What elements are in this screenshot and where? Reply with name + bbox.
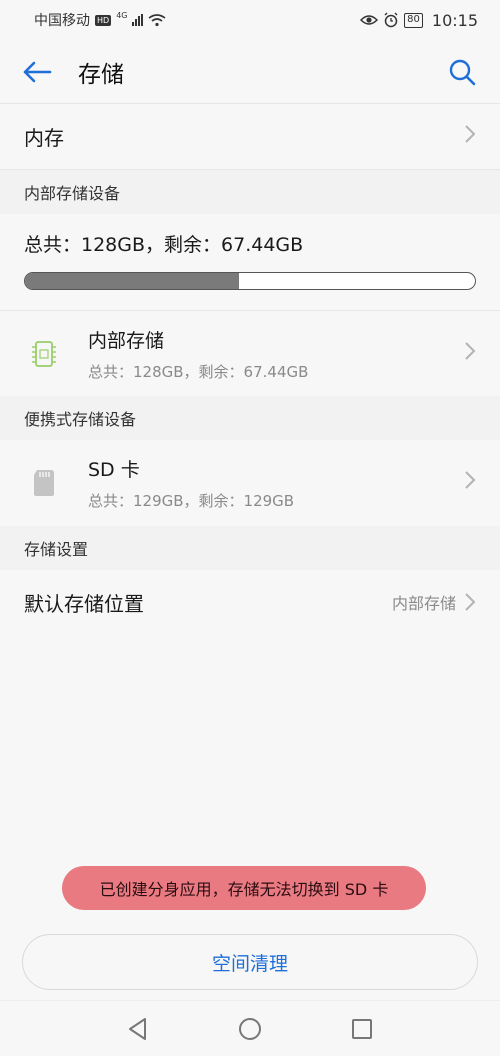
toast-message: 已创建分身应用，存储无法切换到 SD 卡 bbox=[62, 866, 426, 910]
nav-back-icon[interactable] bbox=[125, 1016, 151, 1042]
portable-storage-header: 便携式存储设备 bbox=[0, 396, 500, 440]
status-right: 80 10:15 bbox=[360, 11, 478, 30]
alarm-icon bbox=[384, 12, 398, 28]
storage-usage-bar-wrap bbox=[0, 272, 500, 310]
storage-settings-header: 存储设置 bbox=[0, 526, 500, 570]
sd-card-text: SD 卡 总共：129GB，剩余：129GB bbox=[88, 455, 464, 511]
nav-recents-icon[interactable] bbox=[349, 1016, 375, 1042]
battery-icon: 80 bbox=[404, 12, 423, 28]
internal-storage-name: 内部存储 bbox=[88, 329, 165, 352]
network-type: 4G bbox=[116, 10, 128, 20]
sd-card-name: SD 卡 bbox=[88, 459, 140, 481]
wifi-icon bbox=[149, 14, 166, 27]
hd-icon: HD bbox=[95, 14, 112, 26]
page-title: 存储 bbox=[78, 61, 124, 88]
status-bar: 中国移动 HD 4G 80 10:15 bbox=[0, 0, 500, 40]
memory-label: 内存 bbox=[24, 126, 64, 150]
sd-card-icon bbox=[24, 469, 64, 497]
clock: 10:15 bbox=[431, 10, 478, 30]
search-icon[interactable] bbox=[446, 56, 478, 88]
storage-usage-fill bbox=[25, 273, 239, 289]
default-location-value-wrap: 内部存储 bbox=[392, 590, 476, 614]
default-location-row[interactable]: 默认存储位置 内部存储 bbox=[0, 570, 500, 634]
signal-icon bbox=[132, 14, 144, 26]
chevron-right-icon bbox=[465, 593, 476, 611]
storage-usage-bar bbox=[24, 272, 476, 290]
default-location-label: 默认存储位置 bbox=[24, 591, 144, 616]
app-bar: 存储 bbox=[0, 40, 500, 104]
space-clean-button[interactable]: 空间清理 bbox=[22, 934, 478, 990]
system-nav-bar bbox=[0, 1000, 500, 1056]
default-location-value: 内部存储 bbox=[391, 594, 456, 613]
status-left: 中国移动 HD 4G bbox=[34, 10, 166, 30]
chip-icon bbox=[24, 339, 64, 369]
chevron-right-icon bbox=[464, 470, 476, 496]
sd-card-row[interactable]: SD 卡 总共：129GB，剩余：129GB bbox=[0, 440, 500, 526]
nav-home-icon[interactable] bbox=[237, 1016, 263, 1042]
internal-storage-header: 内部存储设备 bbox=[0, 170, 500, 214]
chevron-right-icon bbox=[464, 341, 476, 367]
memory-row[interactable]: 内存 bbox=[0, 104, 500, 170]
internal-storage-summary: 总共：128GB，剩余：67.44GB bbox=[24, 233, 304, 256]
internal-storage-detail: 总共：128GB，剩余：67.44GB bbox=[88, 362, 309, 381]
sd-card-detail: 总共：129GB，剩余：129GB bbox=[88, 492, 295, 510]
internal-storage-text: 内部存储 总共：128GB，剩余：67.44GB bbox=[88, 326, 464, 382]
chevron-right-icon bbox=[464, 124, 476, 150]
internal-storage-row[interactable]: 内部存储 总共：128GB，剩余：67.44GB bbox=[0, 310, 500, 396]
back-arrow-icon[interactable] bbox=[22, 56, 54, 88]
eye-icon bbox=[360, 15, 379, 25]
carrier-name: 中国移动 bbox=[34, 13, 90, 29]
